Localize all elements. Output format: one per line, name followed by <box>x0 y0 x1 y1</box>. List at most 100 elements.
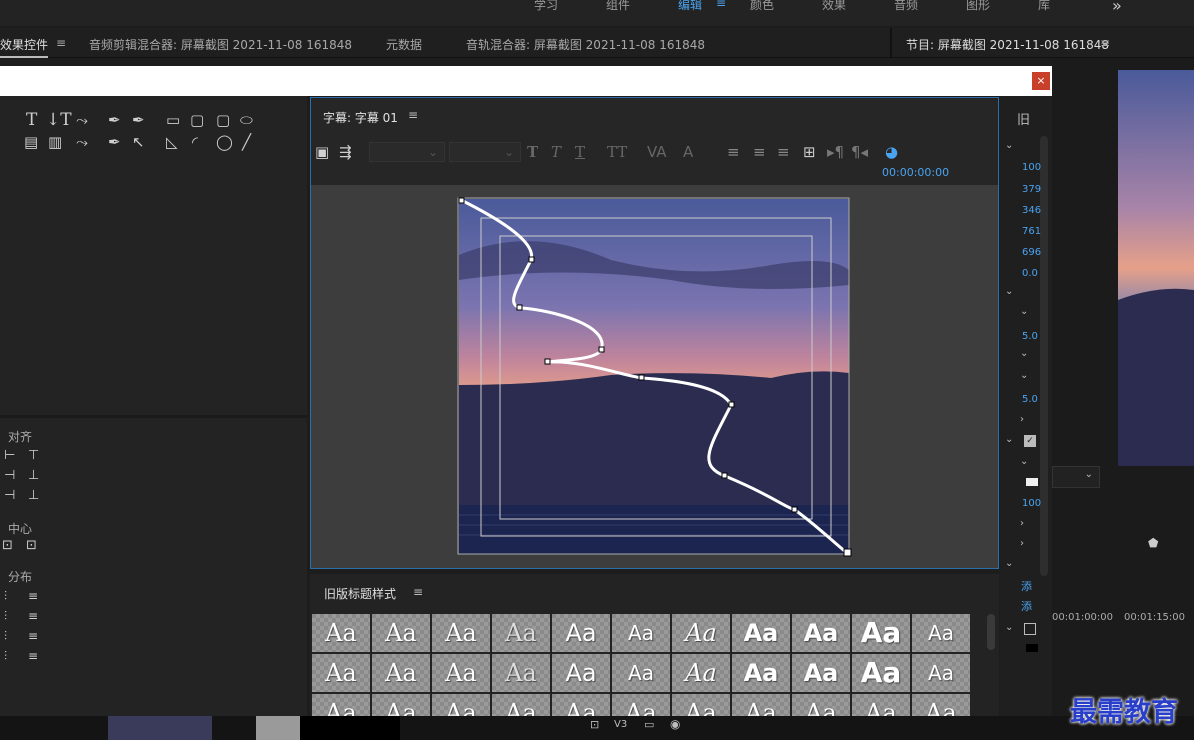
align-bottom-icon[interactable]: ⊥ <box>28 488 39 504</box>
title-menu-icon[interactable]: ≡ <box>408 108 418 122</box>
style-swatch[interactable]: Aa <box>612 654 670 692</box>
anchor-point[interactable] <box>843 548 852 557</box>
chevron-down-icon[interactable]: ⌄ <box>1005 140 1013 151</box>
style-swatch[interactable]: Aa <box>552 694 610 716</box>
clip-thumbnail[interactable] <box>300 716 400 740</box>
add-link-1[interactable]: 添 <box>1021 578 1032 594</box>
ws-learn[interactable]: 学习 <box>534 0 558 13</box>
style-swatch[interactable]: Aa <box>852 694 910 716</box>
style-swatch[interactable]: Aa <box>612 694 670 716</box>
vertical-area-type-icon[interactable]: ▥ <box>48 134 62 150</box>
ws-color[interactable]: 颜色 <box>750 0 774 13</box>
align-center-text-icon[interactable]: ≡ <box>753 144 766 160</box>
style-swatch[interactable]: Aa <box>912 614 970 652</box>
style-swatch[interactable]: Aa <box>492 694 550 716</box>
style-swatch[interactable]: Aa <box>852 654 910 692</box>
pen-tool-icon[interactable]: ✒ <box>108 112 121 128</box>
dist-3-icon[interactable]: ⫶ <box>4 608 7 624</box>
chevron-down-icon[interactable]: ⌄ <box>1020 456 1028 467</box>
rtl-icon[interactable]: ¶◂ <box>851 144 868 160</box>
vertical-type-tool-icon[interactable]: ↓T <box>46 112 72 129</box>
add-anchor-icon[interactable]: ✒ <box>132 112 145 128</box>
italic-icon[interactable]: T <box>551 144 561 160</box>
tab-program[interactable]: 节目: 屏幕截图 2021-11-08 161848 <box>906 36 1109 53</box>
center-v-icon[interactable]: ⊡ <box>26 538 37 554</box>
style-swatch[interactable]: Aa <box>732 654 790 692</box>
marker-icon[interactable]: ⬟ <box>1148 536 1158 550</box>
dist-1-icon[interactable]: ⫶ <box>4 588 7 604</box>
ws-effects[interactable]: 效果 <box>822 0 846 13</box>
prop-value[interactable]: 100 <box>1022 498 1041 509</box>
prop-value[interactable]: 761 <box>1022 226 1041 237</box>
prop-value[interactable]: 100 <box>1022 162 1041 173</box>
chevron-right-icon[interactable]: › <box>1020 414 1024 425</box>
center-h-icon[interactable]: ⊡ <box>2 538 13 554</box>
chevron-down-icon[interactable]: ⌄ <box>1005 286 1013 297</box>
ws-library[interactable]: 库 <box>1038 0 1050 13</box>
clipped-rect-icon[interactable]: ▢ <box>216 112 230 128</box>
arc-tool-icon[interactable]: ◜ <box>192 134 198 150</box>
tab-track-mixer[interactable]: 音轨混合器: 屏幕截图 2021-11-08 161848 <box>466 36 705 53</box>
style-swatch[interactable]: Aa <box>732 614 790 652</box>
color-swatch[interactable] <box>1026 478 1038 486</box>
style-swatch[interactable]: Aa <box>792 694 850 716</box>
ellipse-rounded-icon[interactable]: ⬭ <box>240 112 253 128</box>
anchor-point[interactable] <box>516 304 523 311</box>
underline-icon[interactable]: T <box>575 144 585 160</box>
ws-editing-menu-icon[interactable]: ≡ <box>716 0 726 10</box>
style-swatch[interactable]: Aa <box>672 614 730 652</box>
rectangle-tool-icon[interactable]: ▭ <box>166 112 180 128</box>
area-type-icon[interactable]: ▤ <box>24 134 38 150</box>
kerning-icon[interactable]: VA <box>647 144 667 160</box>
prop-value[interactable]: 379 <box>1022 184 1041 195</box>
anchor-point[interactable] <box>721 472 728 479</box>
timecode[interactable]: 00:00:00:00 <box>882 166 949 179</box>
leading-icon[interactable]: A <box>683 144 693 160</box>
overflow-icon[interactable]: » <box>1112 0 1122 15</box>
style-swatch[interactable]: Aa <box>372 614 430 652</box>
align-right-text-icon[interactable]: ≡ <box>777 144 790 160</box>
zoom-select[interactable]: ⌄ <box>1052 466 1100 488</box>
style-swatch[interactable]: Aa <box>852 614 910 652</box>
style-swatch[interactable]: Aa <box>312 654 370 692</box>
style-swatch[interactable]: Aa <box>912 694 970 716</box>
properties-scrollbar[interactable] <box>1040 136 1048 576</box>
dist-6-icon[interactable]: ≡ <box>28 628 38 644</box>
tab-stops-icon[interactable]: ⇶ <box>339 144 352 160</box>
styles-scrollbar[interactable] <box>987 614 995 650</box>
ellipse-tool-icon[interactable]: ◯ <box>216 134 233 150</box>
style-swatch[interactable]: Aa <box>612 614 670 652</box>
vertical-path-type-icon[interactable]: ⤳ <box>76 134 88 150</box>
tab-ruler-icon[interactable]: ⊞ <box>803 144 816 160</box>
ltr-icon[interactable]: ▸¶ <box>827 144 844 160</box>
chevron-right-icon[interactable]: › <box>1020 518 1024 529</box>
style-swatch[interactable]: Aa <box>732 694 790 716</box>
ws-editing[interactable]: 编辑 <box>678 0 702 13</box>
style-swatch[interactable]: Aa <box>492 654 550 692</box>
clip-thumbnail[interactable] <box>108 716 212 740</box>
dist-4-icon[interactable]: ≡ <box>28 608 38 624</box>
eye-icon[interactable]: ◉ <box>670 717 680 731</box>
anchor-point[interactable] <box>544 358 551 365</box>
dist-5-icon[interactable]: ⫶ <box>4 628 7 644</box>
bold-icon[interactable]: T <box>527 144 538 160</box>
style-swatch[interactable]: Aa <box>372 694 430 716</box>
roll-crawl-icon[interactable]: ▣ <box>315 144 329 160</box>
tab-metadata[interactable]: 元数据 <box>386 36 422 53</box>
align-left-text-icon[interactable]: ≡ <box>727 144 740 160</box>
anchor-point[interactable] <box>728 401 735 408</box>
delete-anchor-icon[interactable]: ✒ <box>108 134 121 150</box>
align-vcenter-icon[interactable]: ⊥ <box>28 468 39 484</box>
convert-anchor-icon[interactable]: ↖ <box>132 134 145 150</box>
font-style-select[interactable]: ⌄ <box>449 142 521 162</box>
style-swatch[interactable]: Aa <box>432 654 490 692</box>
chevron-down-icon[interactable]: ⌄ <box>1020 348 1028 359</box>
align-right-icon[interactable]: ⊣ <box>4 488 15 504</box>
chevron-down-icon[interactable]: ⌄ <box>1005 558 1013 569</box>
style-swatch[interactable]: Aa <box>792 614 850 652</box>
anchor-point[interactable] <box>638 374 645 381</box>
style-swatch[interactable]: Aa <box>552 654 610 692</box>
tab-effect-controls[interactable]: 效果控件 <box>0 36 49 58</box>
dist-8-icon[interactable]: ≡ <box>28 648 38 664</box>
title-canvas[interactable] <box>311 185 998 568</box>
